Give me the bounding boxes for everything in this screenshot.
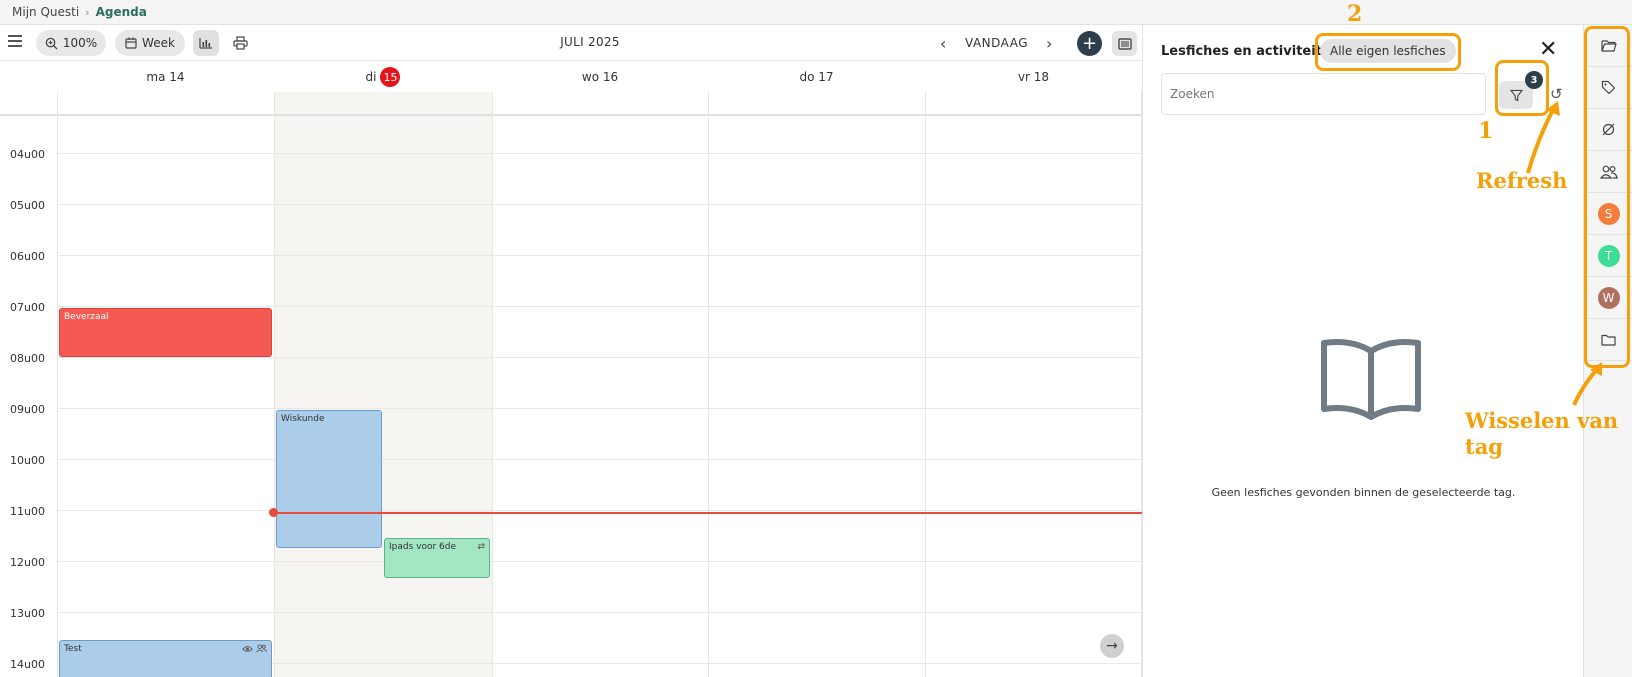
- list-view-button[interactable]: [1112, 31, 1137, 56]
- event-title: Beverzaal: [64, 312, 109, 322]
- hour-line: [57, 510, 1142, 511]
- print-button[interactable]: [227, 30, 253, 56]
- hour-label: 09u00: [10, 403, 45, 416]
- day-header-row: ma 14 di 15 wo 16 do 17 vr 18: [0, 62, 1142, 92]
- eye-icon: [242, 646, 253, 652]
- hour-label: 14u00: [10, 658, 45, 671]
- hour-line: [57, 255, 1142, 256]
- hour-line: [57, 459, 1142, 460]
- zoom-in-icon: [45, 37, 58, 50]
- hour-label: 04u00: [10, 148, 45, 161]
- annotation-switch-tag: Wisselen van tag: [1465, 408, 1619, 459]
- grid-column-line: [708, 92, 709, 677]
- annotation-arrow: [1526, 101, 1560, 174]
- search-input[interactable]: [1161, 73, 1486, 115]
- day-header-mon[interactable]: ma 14: [57, 62, 274, 92]
- hour-label: 05u00: [10, 199, 45, 212]
- breadcrumb: Mijn Questi › Agenda: [0, 0, 1632, 25]
- today-button[interactable]: VANDAAG: [965, 36, 1028, 50]
- view-label: Week: [142, 36, 175, 50]
- add-button[interactable]: +: [1077, 31, 1102, 56]
- annotation-label-2: 2: [1347, 1, 1363, 27]
- hour-label: 13u00: [10, 607, 45, 620]
- event-title: Test: [64, 644, 82, 654]
- grid-column-line: [57, 92, 58, 677]
- grid-column-line: [925, 92, 926, 677]
- hour-line: [57, 153, 1142, 154]
- lesson-plans-panel: Lesfiches en activiteiten Alle eigen les…: [1142, 25, 1583, 677]
- grid-column-line: [274, 92, 275, 677]
- all-day-divider: [0, 114, 1142, 116]
- current-time-dot: [269, 508, 278, 517]
- calendar-event[interactable]: Ipads voor 6de ⇄: [384, 538, 490, 578]
- today-badge: 15: [380, 67, 401, 87]
- chevron-right-icon[interactable]: ›: [1046, 34, 1052, 53]
- view-week-button[interactable]: Week: [115, 30, 185, 56]
- day-header-tue[interactable]: di 15: [274, 62, 492, 92]
- annotation-box-rail: [1584, 26, 1630, 368]
- today-column: [274, 92, 492, 677]
- zoom-level: 100%: [62, 36, 98, 50]
- hour-line: [57, 561, 1142, 562]
- breadcrumb-current: Agenda: [95, 5, 147, 19]
- book-icon: [1321, 339, 1421, 420]
- empty-state-message: Geen lesfiches gevonden binnen de gesele…: [1211, 486, 1516, 499]
- hour-line: [57, 612, 1142, 613]
- repeat-icon: ⇄: [477, 542, 485, 552]
- list-icon: [1117, 37, 1132, 50]
- event-title: Wiskunde: [281, 414, 325, 424]
- hour-line: [57, 357, 1142, 358]
- chevron-left-icon[interactable]: ‹: [940, 34, 946, 53]
- panel-title: Lesfiches en activiteiten: [1161, 44, 1340, 59]
- calendar-toolbar: 100% Week JULI 2025 ‹ VANDAAG › +: [0, 25, 1142, 61]
- hour-label: 08u00: [10, 352, 45, 365]
- hour-label: 10u00: [10, 454, 45, 467]
- hamburger-menu-icon[interactable]: [8, 35, 22, 47]
- calendar-event[interactable]: Wiskunde: [276, 410, 382, 548]
- chevron-right-icon: ›: [85, 5, 90, 19]
- day-header-fri[interactable]: vr 18: [925, 62, 1142, 92]
- hour-line: [57, 204, 1142, 205]
- grid-column-line: [492, 92, 493, 677]
- calendar-event[interactable]: Beverzaal: [59, 308, 272, 357]
- event-title: Ipads voor 6de: [389, 542, 457, 552]
- annotation-arrow: [1572, 362, 1602, 406]
- arrow-right-icon[interactable]: →: [1100, 634, 1124, 658]
- calendar-icon: [125, 37, 137, 49]
- hour-label: 07u00: [10, 301, 45, 314]
- hour-line: [57, 306, 1142, 307]
- hour-label: 11u00: [10, 505, 45, 518]
- close-icon[interactable]: ✕: [1539, 37, 1557, 62]
- bar-chart-icon: [199, 38, 212, 49]
- current-time-line: [274, 512, 1142, 514]
- month-title: JULI 2025: [560, 35, 620, 49]
- day-header-wed[interactable]: wo 16: [492, 62, 708, 92]
- week-grid[interactable]: 04u00 05u00 06u00 07u00 08u00 09u00 10u0…: [0, 92, 1142, 677]
- users-icon: [256, 644, 267, 653]
- breadcrumb-root-link[interactable]: Mijn Questi: [12, 5, 79, 19]
- chart-button[interactable]: [193, 30, 219, 56]
- hour-line: [57, 408, 1142, 409]
- zoom-button[interactable]: 100%: [36, 30, 106, 56]
- day-header-thu[interactable]: do 17: [708, 62, 925, 92]
- hour-label: 06u00: [10, 250, 45, 263]
- calendar-event[interactable]: Test: [59, 640, 272, 677]
- hour-label: 12u00: [10, 556, 45, 569]
- printer-icon: [232, 36, 248, 50]
- annotation-box-tag-filter: [1315, 33, 1461, 71]
- event-icons: [242, 644, 267, 656]
- annotation-label-1: 1: [1478, 118, 1494, 144]
